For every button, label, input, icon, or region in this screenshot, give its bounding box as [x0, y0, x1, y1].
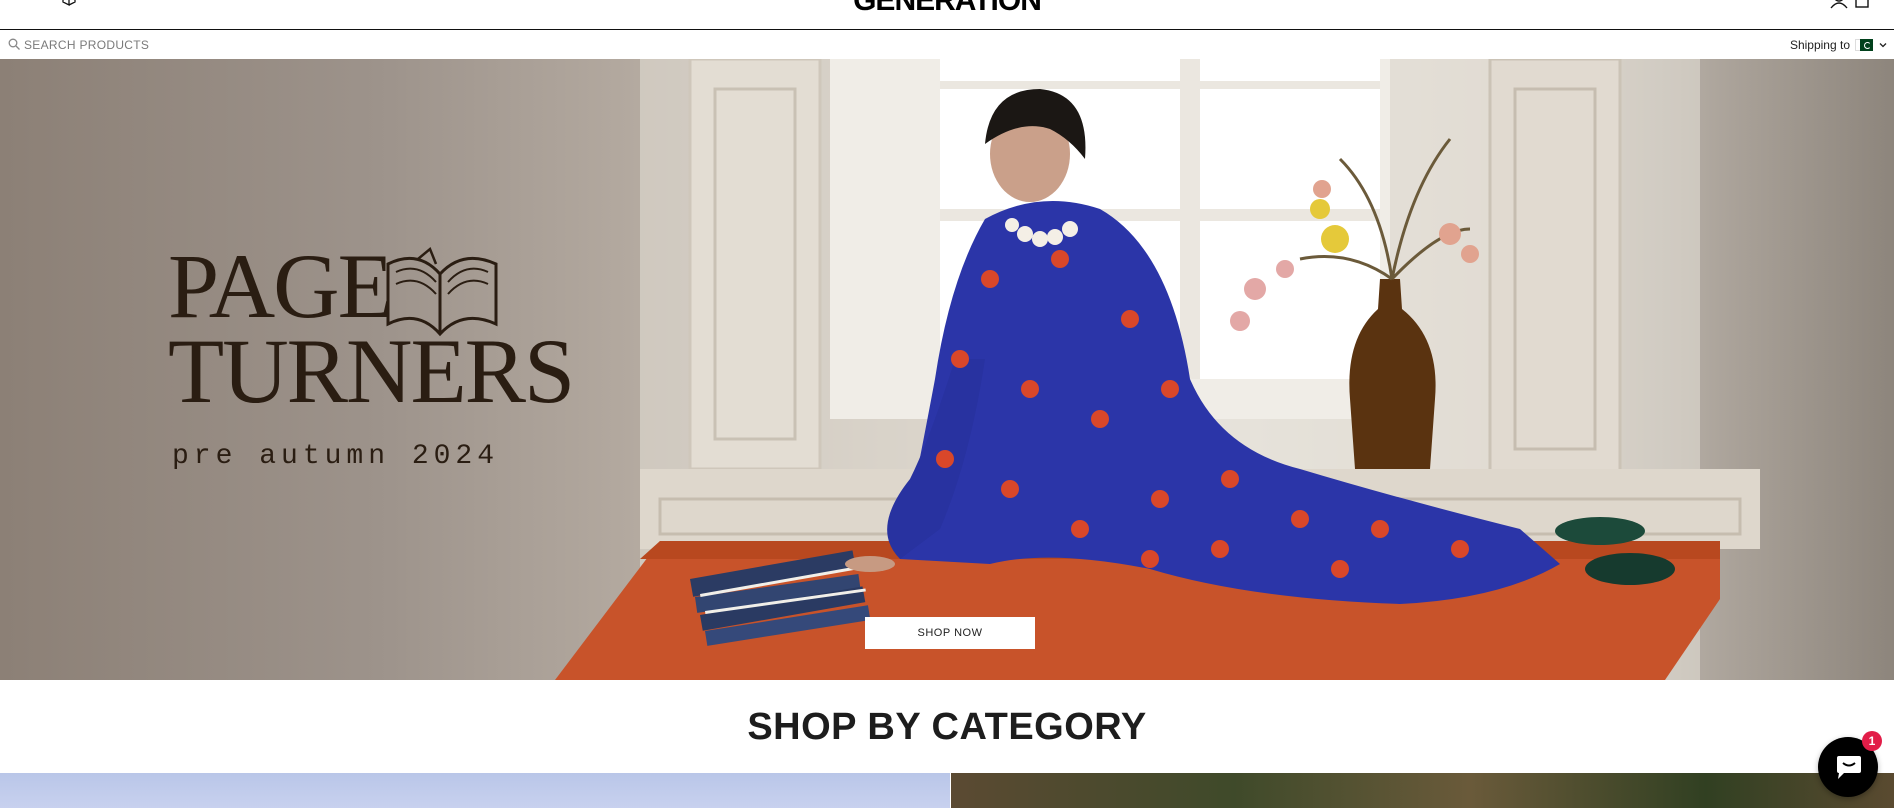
- search-icon: [8, 38, 20, 50]
- hero-title-line2: TURNERS: [168, 319, 575, 422]
- site-header: GENERATION: [0, 0, 1894, 30]
- hero-subtitle: pre autumn 2024: [172, 441, 500, 472]
- search-bar: Shipping to: [0, 30, 1894, 59]
- category-tile[interactable]: [951, 773, 1894, 808]
- chat-icon: [1837, 756, 1861, 779]
- chat-notification-badge: 1: [1862, 731, 1882, 751]
- chevron-down-icon: [1879, 43, 1887, 48]
- hero-banner[interactable]: PAGE TURNERS pre autumn 2024 SHOP NOW: [0, 59, 1894, 680]
- shipping-label: Shipping to: [1789, 38, 1850, 52]
- shipping-selector[interactable]: Shipping to: [1790, 37, 1888, 53]
- cart-icon[interactable]: [1853, 0, 1871, 10]
- category-heading: SHOP BY CATEGORY: [747, 706, 1147, 748]
- pakistan-flag-icon: [1855, 39, 1873, 51]
- category-tile[interactable]: [0, 773, 950, 808]
- search-input[interactable]: [24, 36, 424, 54]
- shop-now-button[interactable]: SHOP NOW: [865, 617, 1035, 649]
- account-icon[interactable]: [1830, 0, 1848, 10]
- open-book-icon: [386, 246, 498, 337]
- site-logo[interactable]: GENERATION: [0, 0, 1894, 16]
